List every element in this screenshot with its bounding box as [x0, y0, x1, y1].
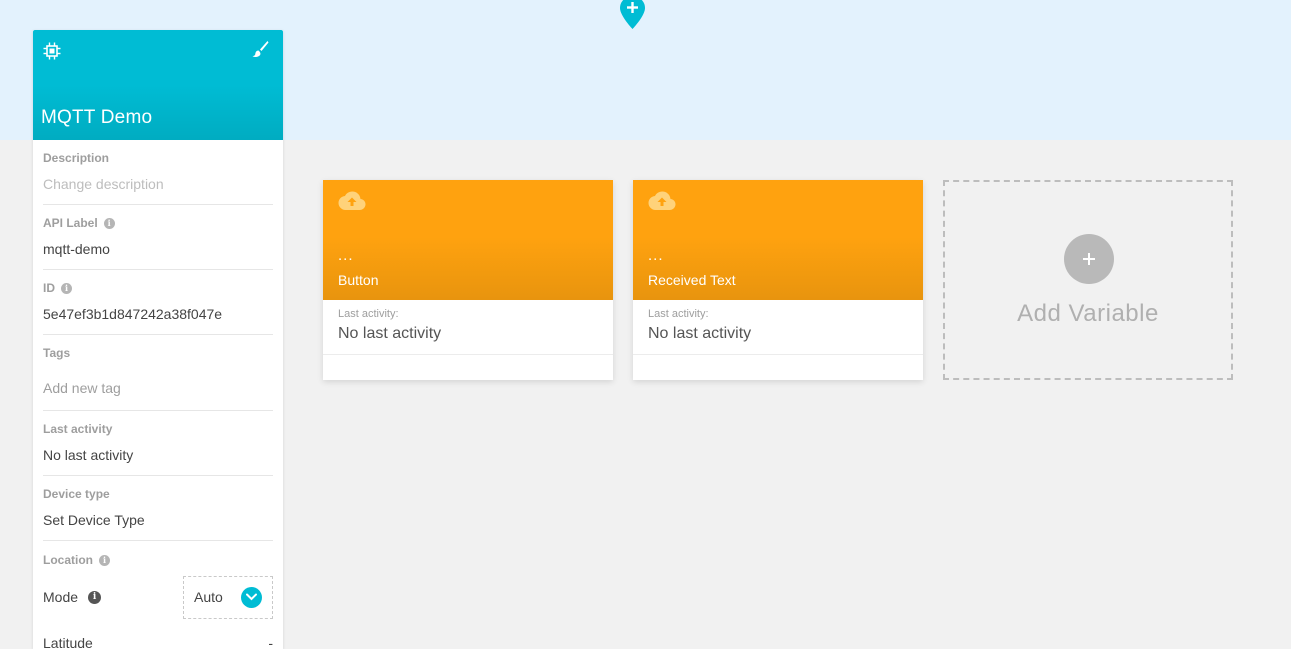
description-input[interactable]: Change description — [43, 176, 273, 194]
id-field: ID i 5e47ef3b1d847242a38f047e — [43, 270, 273, 335]
device-type-label: Device type — [43, 487, 110, 501]
id-label: ID — [43, 281, 55, 295]
info-icon[interactable]: i — [61, 282, 72, 294]
map-pin-add-icon[interactable] — [620, 0, 645, 29]
id-heading: ID i — [43, 281, 273, 295]
variable-card-header[interactable]: ... Button — [323, 180, 613, 300]
chevron-down-icon[interactable] — [241, 586, 262, 608]
location-heading: Location i — [43, 553, 273, 567]
cloud-upload-icon — [648, 191, 676, 210]
device-type-link[interactable]: Set Device Type — [43, 512, 273, 530]
mode-select[interactable]: Auto — [183, 575, 273, 619]
latitude-value[interactable]: - — [268, 635, 273, 649]
last-activity-value: No last activity — [648, 325, 752, 342]
mode-heading: Mode i — [43, 589, 102, 605]
info-icon[interactable]: i — [88, 590, 102, 604]
variable-card-header[interactable]: ... Received Text — [633, 180, 923, 300]
id-value: 5e47ef3b1d847242a38f047e — [43, 306, 223, 322]
mode-value: Auto — [194, 589, 223, 605]
location-label: Location — [43, 553, 93, 567]
add-tag-input[interactable]: Add new tag — [43, 380, 273, 398]
variable-name: Button — [338, 272, 379, 288]
latitude-row: Latitude - — [43, 635, 273, 649]
variable-card-button[interactable]: ... Button Last activity: No last activi… — [323, 180, 613, 380]
tags-field: Tags Add new tag — [43, 335, 273, 411]
latitude-label: Latitude — [43, 635, 93, 649]
last-activity-field: Last activity No last activity — [43, 411, 273, 476]
variable-card-footer: Last activity: No last activity — [323, 300, 613, 355]
last-activity-label: Last activity: — [648, 308, 709, 320]
add-variable-button[interactable]: Add Variable — [943, 180, 1233, 380]
chip-icon — [43, 42, 61, 60]
api-label-heading: API Label i — [43, 216, 273, 230]
plus-icon[interactable] — [1064, 234, 1114, 284]
variable-value: ... — [338, 247, 354, 264]
device-header: MQTT Demo — [33, 30, 283, 140]
api-label-input[interactable]: mqtt-demo — [43, 241, 273, 259]
last-activity-value: No last activity — [43, 447, 134, 463]
add-variable-label: Add Variable — [1017, 300, 1159, 327]
variable-value: ... — [648, 247, 664, 264]
paint-brush-icon[interactable] — [251, 40, 269, 58]
cloud-upload-icon — [338, 191, 366, 210]
mode-row: Mode i Auto — [43, 575, 273, 619]
tags-label: Tags — [43, 346, 71, 360]
info-icon[interactable]: i — [103, 217, 115, 229]
info-icon[interactable]: i — [99, 554, 110, 566]
variable-card-received-text[interactable]: ... Received Text Last activity: No last… — [633, 180, 923, 380]
device-name[interactable]: MQTT Demo — [41, 107, 152, 129]
description-label: Description — [43, 151, 110, 165]
last-activity-label: Last activity: — [338, 308, 399, 320]
location-field: Location i Mode i Auto Latitude - — [43, 541, 273, 649]
device-panel: MQTT Demo Description Change description… — [33, 30, 283, 649]
mode-label: Mode — [43, 589, 79, 605]
device-type-field: Device type Set Device Type — [43, 476, 273, 541]
last-activity-label: Last activity — [43, 422, 113, 436]
variable-name: Received Text — [648, 272, 736, 288]
last-activity-value: No last activity — [338, 325, 442, 342]
api-label-label: API Label — [43, 216, 98, 230]
api-label-field: API Label i mqtt-demo — [43, 205, 273, 270]
description-field: Description Change description — [43, 140, 273, 205]
variable-card-footer: Last activity: No last activity — [633, 300, 923, 355]
